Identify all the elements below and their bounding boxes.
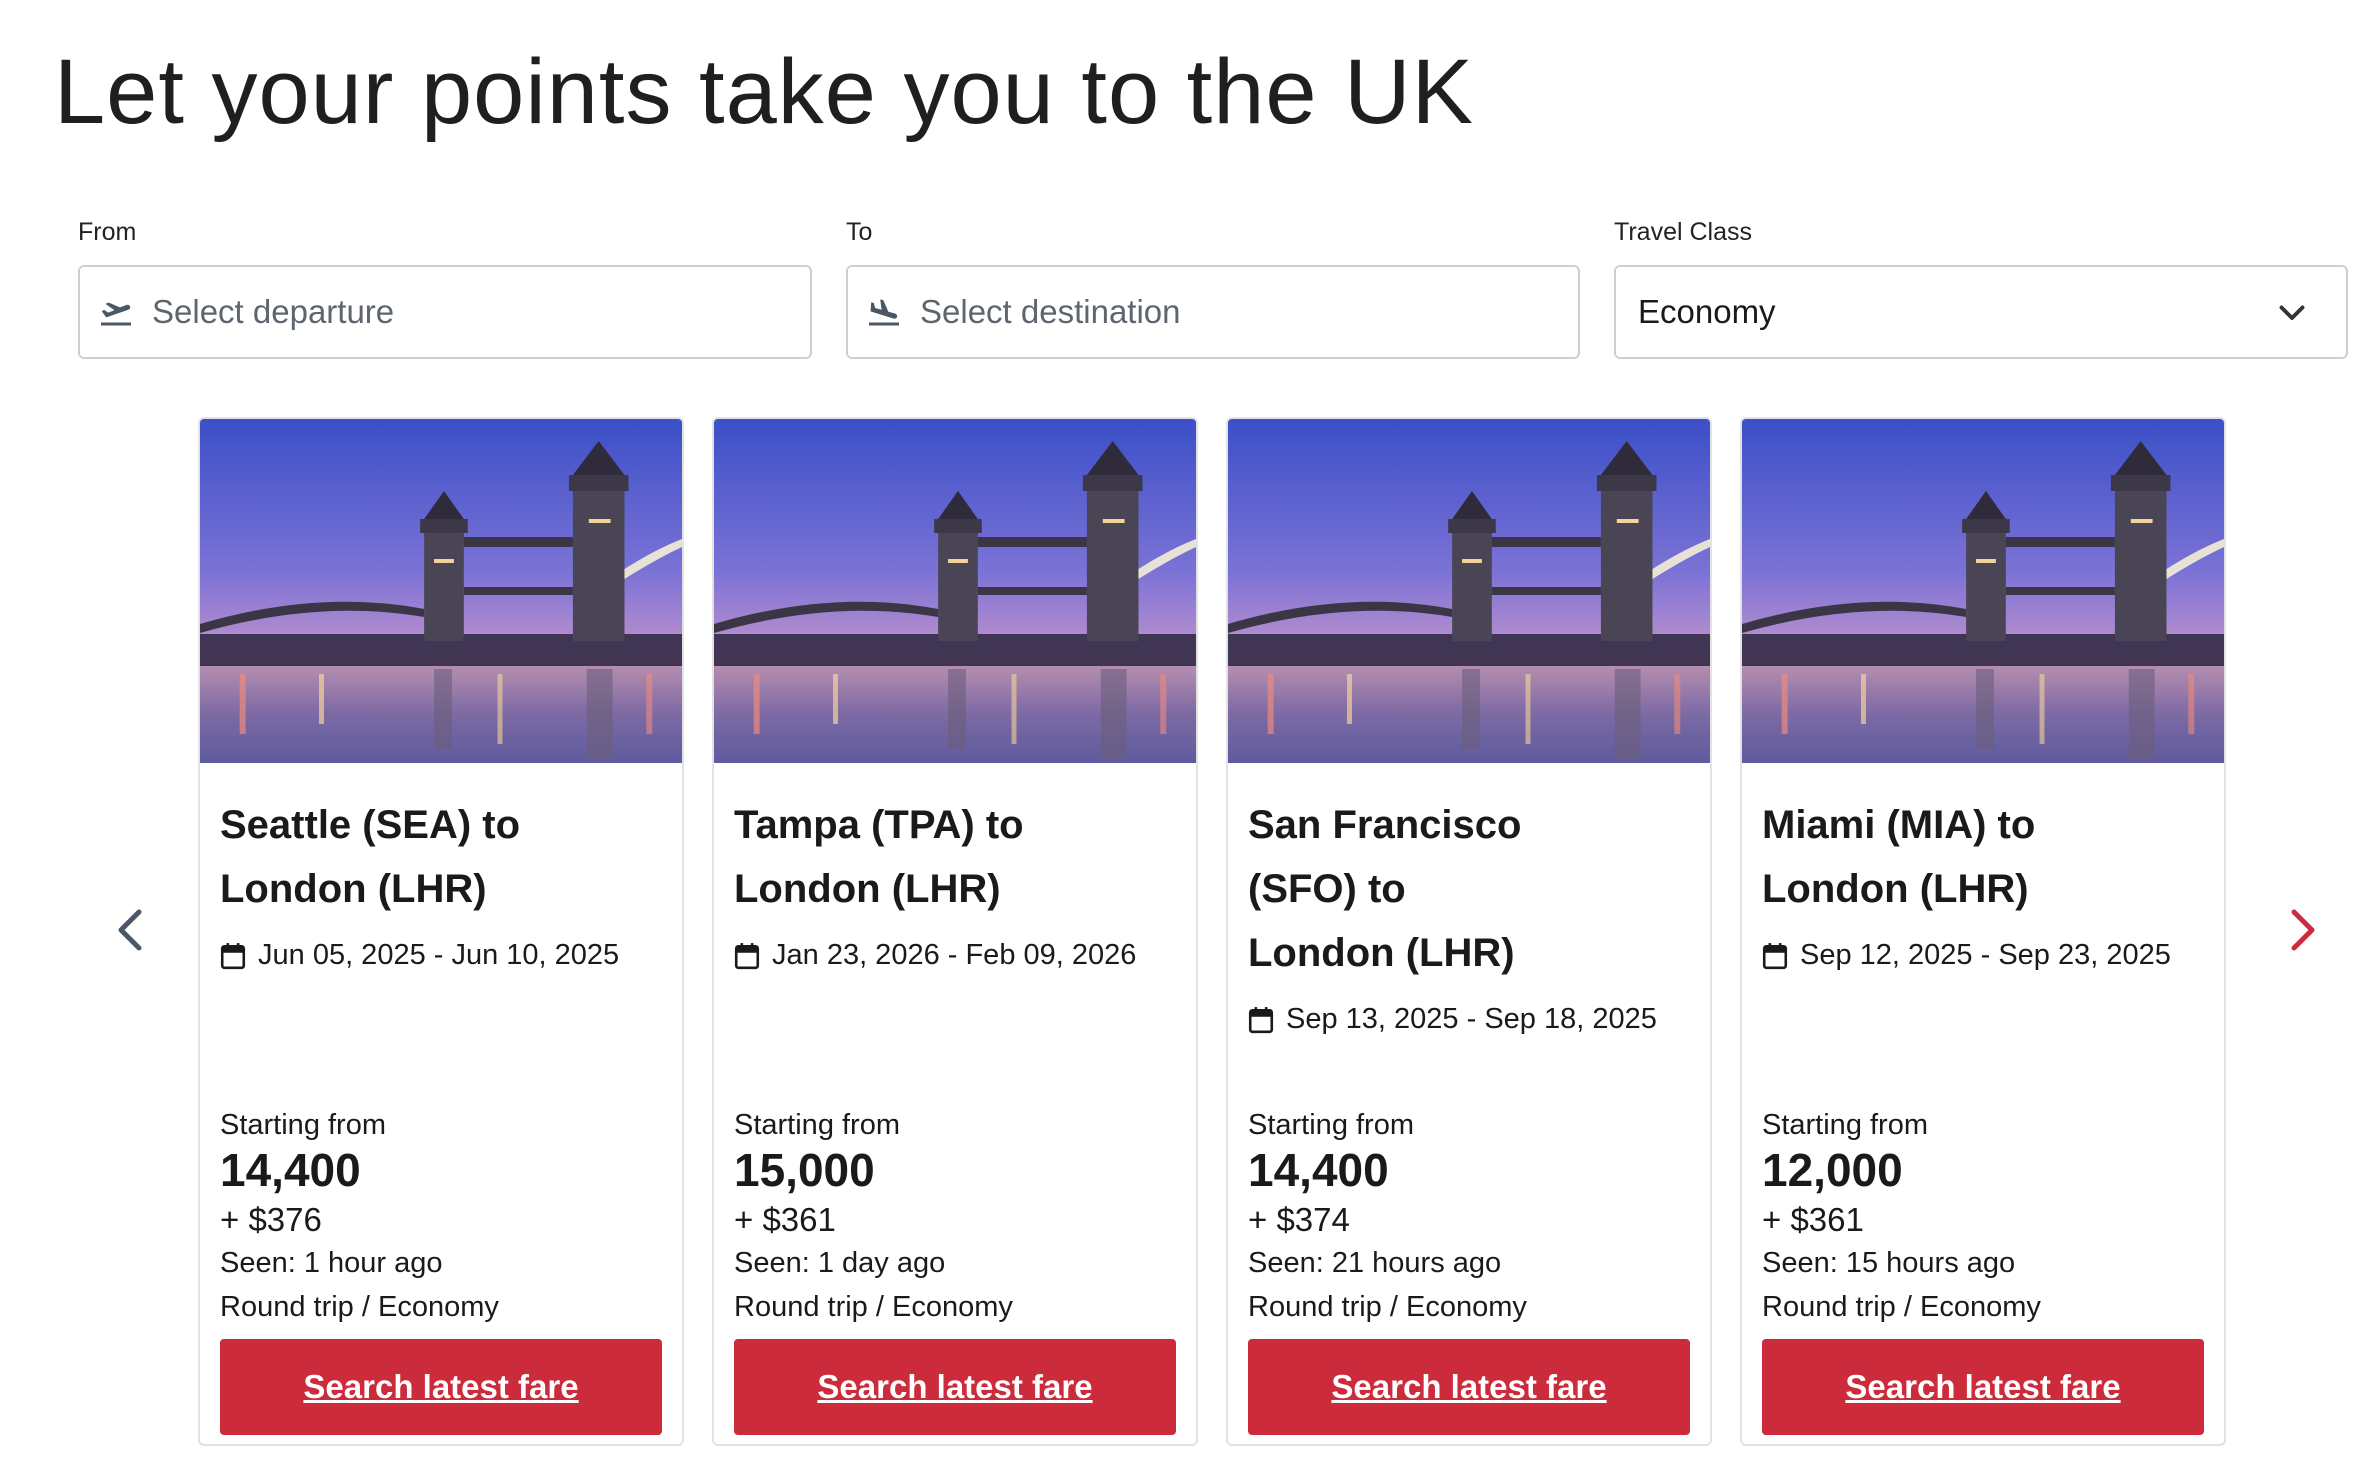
plane-takeoff-icon xyxy=(101,302,131,326)
chevron-down-icon xyxy=(2279,305,2305,320)
points-price: 12,000 xyxy=(1762,1144,1903,1196)
carousel-prev-button[interactable] xyxy=(105,905,155,955)
tower-bridge-image xyxy=(1228,419,1710,763)
points-price: 15,000 xyxy=(734,1144,875,1196)
route-line: Tampa (TPA) to xyxy=(734,803,1024,847)
points-price: 14,400 xyxy=(1248,1144,1389,1196)
chevron-right-icon xyxy=(2291,909,2315,951)
route-line: London (LHR) xyxy=(220,867,487,911)
destination-input[interactable]: Select destination xyxy=(846,265,1580,359)
fare-card: Seattle (SEA) to London (LHR) Jun 05, 20… xyxy=(198,417,684,1446)
trip-type: Round trip / Economy xyxy=(1762,1291,2041,1323)
calendar-icon xyxy=(1248,1006,1274,1033)
route-line: San Francisco xyxy=(1248,803,1522,847)
carousel-next-button[interactable] xyxy=(2278,905,2328,955)
search-latest-fare-button[interactable]: Search latest fare xyxy=(1762,1339,2204,1435)
dates-text: Jun 05, 2025 - Jun 10, 2025 xyxy=(258,939,620,971)
seen-time: Seen: 1 hour ago xyxy=(220,1247,443,1279)
search-latest-fare-button[interactable]: Search latest fare xyxy=(734,1339,1176,1435)
page-title: Let your points take you to the UK xyxy=(54,41,1474,143)
destination-placeholder: Select destination xyxy=(920,293,1181,330)
search-latest-fare-button[interactable]: Search latest fare xyxy=(1248,1339,1690,1435)
points-price: 14,400 xyxy=(220,1144,361,1196)
cash-price: + $361 xyxy=(1762,1201,1864,1238)
route-line: (SFO) to xyxy=(1248,867,1406,911)
trip-type: Round trip / Economy xyxy=(1248,1291,1527,1323)
tower-bridge-image xyxy=(1742,419,2224,763)
seen-time: Seen: 15 hours ago xyxy=(1762,1247,2016,1279)
travel-dates: Sep 13, 2025 - Sep 18, 2025 xyxy=(1248,1003,1657,1036)
tower-bridge-image xyxy=(714,419,1196,763)
travel-dates: Jan 23, 2026 - Feb 09, 2026 xyxy=(734,939,1136,972)
starting-from-label: Starting from xyxy=(1248,1109,1414,1141)
travel-class-select[interactable]: Economy xyxy=(1614,265,2348,359)
fare-card: Tampa (TPA) to London (LHR) Jan 23, 2026… xyxy=(712,417,1198,1446)
fare-card: Miami (MIA) to London (LHR) Sep 12, 2025… xyxy=(1740,417,2226,1446)
seen-time: Seen: 21 hours ago xyxy=(1248,1247,1502,1279)
search-latest-fare-button[interactable]: Search latest fare xyxy=(220,1339,662,1435)
calendar-icon xyxy=(1762,942,1788,969)
from-label: From xyxy=(78,218,137,246)
departure-input[interactable]: Select departure xyxy=(78,265,812,359)
starting-from-label: Starting from xyxy=(734,1109,900,1141)
fare-card: San Francisco (SFO) to London (LHR) Sep … xyxy=(1226,417,1712,1446)
route-line: London (LHR) xyxy=(1248,931,1515,975)
trip-type: Round trip / Economy xyxy=(734,1291,1013,1323)
route-line: Seattle (SEA) to xyxy=(220,803,521,847)
travel-class-value: Economy xyxy=(1638,293,1776,330)
travel-class-label: Travel Class xyxy=(1614,218,1752,246)
cash-price: + $376 xyxy=(220,1201,322,1238)
travel-dates: Sep 12, 2025 - Sep 23, 2025 xyxy=(1762,939,2171,972)
to-field: To Select destination xyxy=(846,218,1580,359)
from-field: From Select departure xyxy=(78,218,812,359)
cash-price: + $374 xyxy=(1248,1201,1350,1238)
route-line: London (LHR) xyxy=(1762,867,2029,911)
route-title: Miami (MIA) to London (LHR) xyxy=(1762,793,2204,921)
trip-type: Round trip / Economy xyxy=(220,1291,499,1323)
route-title: Seattle (SEA) to London (LHR) xyxy=(220,793,662,921)
plane-landing-icon xyxy=(869,299,899,326)
starting-from-label: Starting from xyxy=(220,1109,386,1141)
route-line: London (LHR) xyxy=(734,867,1001,911)
dates-text: Sep 13, 2025 - Sep 18, 2025 xyxy=(1286,1003,1657,1035)
tower-bridge-image xyxy=(200,419,682,763)
dates-text: Sep 12, 2025 - Sep 23, 2025 xyxy=(1800,939,2171,971)
dates-text: Jan 23, 2026 - Feb 09, 2026 xyxy=(772,939,1137,971)
travel-dates: Jun 05, 2025 - Jun 10, 2025 xyxy=(220,939,619,972)
calendar-icon xyxy=(734,942,760,969)
chevron-left-icon xyxy=(118,909,142,951)
seen-time: Seen: 1 day ago xyxy=(734,1247,946,1279)
calendar-icon xyxy=(220,942,246,969)
route-title: San Francisco (SFO) to London (LHR) xyxy=(1248,793,1690,985)
route-title: Tampa (TPA) to London (LHR) xyxy=(734,793,1176,921)
travel-class-field: Travel Class Economy xyxy=(1614,218,2348,359)
cash-price: + $361 xyxy=(734,1201,836,1238)
to-label: To xyxy=(846,218,873,246)
route-line: Miami (MIA) to xyxy=(1762,803,2036,847)
departure-placeholder: Select departure xyxy=(152,293,395,330)
starting-from-label: Starting from xyxy=(1762,1109,1928,1141)
